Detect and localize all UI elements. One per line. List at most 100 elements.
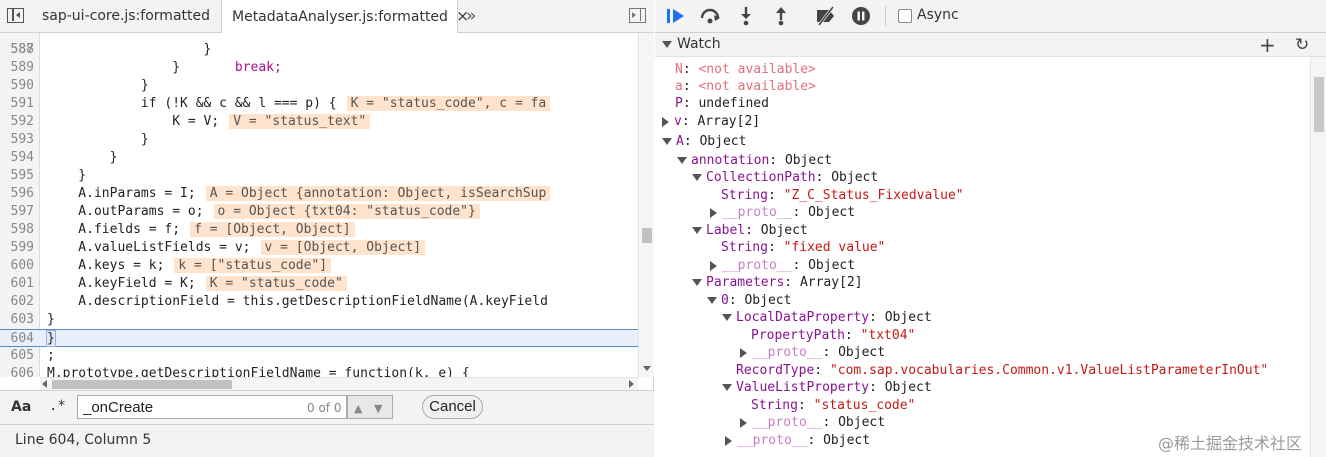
collapse-icon[interactable] (722, 384, 732, 391)
watch-row[interactable]: __proto__: Object (710, 257, 855, 275)
line-number[interactable]: 588 (0, 41, 34, 59)
watch-row[interactable]: CollectionPath: Object (692, 169, 878, 187)
watch-row[interactable]: P: undefined (675, 95, 769, 113)
add-expression-icon[interactable]: + (1259, 33, 1276, 57)
watch-row[interactable]: __proto__: Object (710, 204, 855, 222)
watch-row[interactable]: LocalDataProperty: Object (722, 309, 932, 327)
refresh-icon[interactable]: ↻ (1295, 35, 1309, 55)
code-line[interactable]: 606 M.prototype.getDescriptionFieldName =… (0, 365, 638, 377)
watch-row[interactable]: v: Array[2] (662, 113, 760, 131)
tab-sap-ui-core[interactable]: sap-ui-core.js:formatted (32, 0, 218, 33)
line-number[interactable]: 598 (0, 221, 34, 239)
code-line[interactable]: 589 } (0, 59, 638, 77)
watch-row[interactable]: __proto__: Object (725, 432, 870, 450)
scroll-down-icon[interactable] (643, 366, 651, 371)
resume-icon[interactable] (665, 6, 687, 26)
watch-row[interactable]: String: "Z_C_Status_Fixedvalue" (721, 187, 964, 205)
watch-row[interactable]: annotation: Object (677, 152, 832, 170)
code-line[interactable]: 594 } (0, 149, 638, 167)
scrollbar-thumb[interactable] (52, 380, 232, 389)
collapse-icon[interactable] (662, 138, 672, 145)
line-number[interactable]: 606 (0, 365, 34, 377)
line-number[interactable]: 603 (0, 311, 34, 329)
watch-section-header[interactable]: Watch + ↻ (655, 33, 1326, 57)
watch-row[interactable]: RecordType: "com.sap.vocabularies.Common… (736, 362, 1268, 380)
collapse-icon[interactable] (677, 157, 687, 164)
expand-icon[interactable] (710, 260, 717, 271)
code-line[interactable]: 596 A.inParams = I; A = Object {annotatio… (0, 185, 638, 203)
line-number[interactable]: 596 (0, 185, 34, 203)
watch-scrollbar[interactable] (1310, 57, 1326, 457)
expand-icon[interactable] (725, 435, 732, 446)
toggle-navigator-icon[interactable] (7, 8, 24, 23)
line-number[interactable]: 592 (0, 113, 34, 131)
code-line[interactable]: 595 } (0, 167, 638, 185)
line-number[interactable]: 591 (0, 95, 34, 113)
collapse-icon[interactable] (692, 174, 702, 181)
expand-icon[interactable] (740, 347, 747, 358)
code-line[interactable]: 600 A.keys = k; k = ["status_code"] (0, 257, 638, 275)
line-number[interactable]: 600 (0, 257, 34, 275)
line-number[interactable]: 589 (0, 59, 34, 77)
watch-row[interactable]: ValueListProperty: Object (722, 379, 932, 397)
watch-row[interactable]: N: <not available> (675, 61, 816, 79)
line-number[interactable]: 601 (0, 275, 34, 293)
collapse-icon[interactable] (722, 314, 732, 321)
cancel-button[interactable]: Cancel (422, 395, 483, 419)
match-case-button[interactable]: Aa (11, 399, 31, 415)
scrollbar-thumb[interactable] (1314, 77, 1324, 132)
code-line[interactable]: 602 A.descriptionField = this.getDescrip… (0, 293, 638, 311)
line-number[interactable]: 599 (0, 239, 34, 257)
code-line[interactable]: 599 A.valueListFields = v; v = [Object, O… (0, 239, 638, 257)
next-match-icon[interactable]: ▼ (374, 402, 382, 415)
scroll-right-icon[interactable] (629, 380, 634, 388)
code-line[interactable]: 593 } (0, 131, 638, 149)
line-number[interactable]: 597 (0, 203, 34, 221)
watch-row[interactable]: __proto__: Object (740, 344, 885, 362)
code-line[interactable]: 598 A.fields = f; f = [Object, Object] (0, 221, 638, 239)
expand-icon[interactable] (710, 207, 717, 218)
watch-row[interactable]: Parameters: Array[2] (692, 274, 863, 292)
deactivate-breakpoints-icon[interactable] (815, 6, 837, 26)
code-line[interactable]: 592 K = V; V = "status_text" (0, 113, 638, 131)
watch-row[interactable]: PropertyPath: "txt04" (751, 327, 915, 345)
previous-match-icon[interactable]: ▲ (354, 402, 362, 415)
editor-vertical-scrollbar[interactable] (638, 33, 654, 377)
code-line[interactable]: 588 } (0, 41, 638, 59)
pause-on-exceptions-icon[interactable] (850, 6, 872, 26)
collapse-icon[interactable] (662, 41, 672, 48)
expand-icon[interactable] (740, 417, 747, 428)
line-number[interactable]: 593 (0, 131, 34, 149)
line-number[interactable]: 602 (0, 293, 34, 311)
watch-row[interactable]: __proto__: Object (740, 414, 885, 432)
expand-icon[interactable] (662, 116, 669, 127)
code-line[interactable]: 597 A.outParams = o; o = Object {txt04: "… (0, 203, 638, 221)
async-checkbox[interactable] (898, 9, 912, 23)
code-line[interactable]: 604} (0, 329, 638, 347)
editor-horizontal-scrollbar[interactable] (40, 377, 638, 390)
code-line[interactable]: 603} (0, 311, 638, 329)
line-number[interactable]: 605 (0, 347, 34, 365)
line-number[interactable]: 590 (0, 77, 34, 95)
step-into-icon[interactable] (735, 6, 757, 26)
more-tabs-icon[interactable]: » (466, 6, 476, 26)
watch-row[interactable]: String: "fixed value" (721, 239, 885, 257)
toggle-debugger-icon[interactable] (629, 8, 646, 23)
watch-row[interactable]: Label: Object (692, 222, 808, 240)
collapse-icon[interactable] (707, 297, 717, 304)
step-over-icon[interactable] (699, 6, 721, 26)
collapse-icon[interactable] (692, 227, 702, 234)
line-number[interactable]: 595 (0, 167, 34, 185)
code-line[interactable]: 605; (0, 347, 638, 365)
tab-metadata-analyser[interactable]: MetadataAnalyser.js:formatted × (221, 0, 469, 34)
step-out-icon[interactable] (770, 6, 792, 26)
watch-row[interactable]: a: <not available> (675, 78, 816, 96)
code-line[interactable]: 601 A.keyField = K; K = "status_code" (0, 275, 638, 293)
watch-row[interactable]: A: Object (662, 133, 746, 151)
watch-row[interactable]: String: "status_code" (751, 397, 915, 415)
code-line[interactable]: 591 if (!K && c && l === p) {K = "status… (0, 95, 638, 113)
scrollbar-thumb[interactable] (642, 228, 652, 243)
line-number[interactable]: 594 (0, 149, 34, 167)
watch-row[interactable]: 0: Object (707, 292, 791, 310)
regex-button[interactable]: .* (49, 398, 66, 414)
